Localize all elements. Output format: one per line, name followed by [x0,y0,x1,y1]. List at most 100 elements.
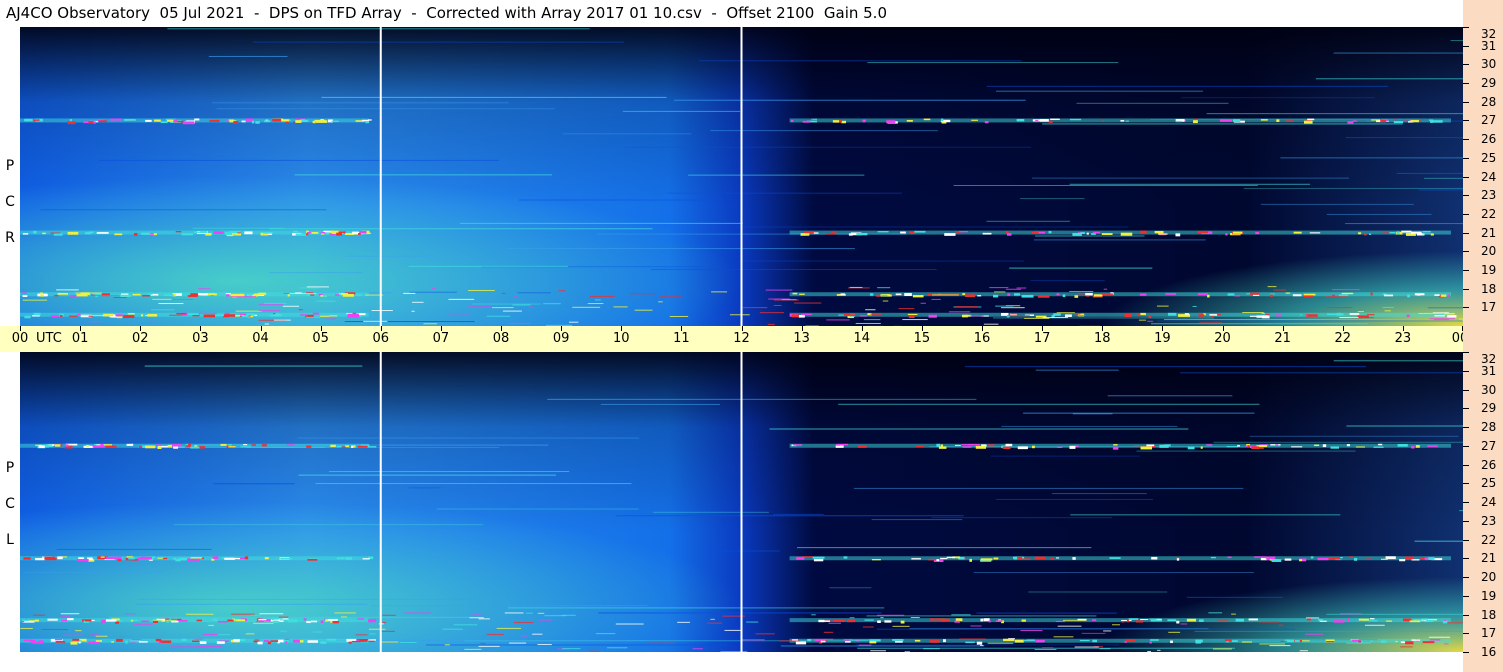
spectral-streak [345,255,438,257]
interference-speck [1175,233,1181,237]
low-band-noise [513,622,534,624]
interference-speck [225,293,231,295]
spectral-streak [653,511,769,513]
interference-speck [173,119,178,123]
low-band-noise [902,319,928,321]
interference-speck [322,294,328,297]
spectral-streak [213,483,295,485]
interference-speck [167,120,174,122]
low-band-noise [299,287,320,289]
interference-speck [1167,312,1177,316]
low-band-noise [1280,640,1287,642]
interference-speck [1305,314,1318,317]
low-band-noise [258,304,284,306]
freq-tick-label: 26 [1481,132,1497,147]
spectral-streak [829,587,872,589]
low-band-noise [273,319,291,321]
time-marker-line [379,352,382,652]
interference-speck [141,232,151,235]
interference-speck [1262,315,1270,319]
interference-speck [1319,620,1327,622]
spectral-streak [1181,97,1375,99]
rcp-letter-1: P [5,158,15,174]
interference-speck [311,640,314,643]
spectral-streak [137,598,473,600]
low-band-noise [486,315,511,317]
freq-tick [1463,389,1469,391]
interference-speck [1405,641,1414,645]
low-band-noise [1005,288,1022,290]
interference-speck [88,641,100,645]
interference-speck [190,446,200,449]
freq-tick [1463,633,1469,635]
low-band-noise [529,306,534,308]
interference-speck [261,444,267,447]
interference-speck [995,620,1003,622]
interference-speck [1427,445,1438,447]
interference-speck [303,618,307,621]
low-band-noise [1306,617,1320,619]
interference-speck [124,119,136,121]
interference-speck [148,293,153,295]
interference-speck [1217,619,1229,621]
low-band-noise [865,309,876,311]
interference-speck [267,641,272,645]
interference-speck [813,232,819,234]
interference-speck [164,294,174,296]
low-band-noise [382,614,396,616]
spectral-streak [706,550,780,552]
spectral-streak [1333,52,1463,54]
low-band-noise [1213,648,1232,650]
low-band-noise [543,303,561,305]
spectral-streak [135,603,368,605]
low-band-noise [710,618,715,620]
low-band-noise [1258,621,1279,623]
interference-speck [345,557,353,560]
interference-speck [1414,293,1425,296]
freq-tick-label: 23 [1481,188,1497,203]
spectral-streak [409,291,457,293]
low-band-noise [491,307,514,309]
freq-tick-label: 22 [1481,206,1497,221]
interference-speck [1057,446,1063,449]
low-band-noise [1008,638,1016,640]
interference-speck [1333,620,1345,623]
low-band-noise [172,298,194,300]
low-band-noise [537,644,552,646]
low-band-noise [663,313,672,315]
low-band-noise [572,306,601,308]
interference-speck [315,120,328,123]
interference-speck [1447,294,1450,297]
interference-speck [800,313,812,315]
interference-speck [1349,313,1360,315]
low-band-noise [594,299,601,301]
interference-speck [362,558,370,560]
interference-speck [220,443,227,446]
low-band-noise [262,618,283,620]
interference-speck [1193,120,1198,124]
interference-speck [1113,444,1118,446]
interference-speck [270,640,280,642]
spectral-streak [294,174,553,176]
interference-speck [1403,119,1407,121]
spectral-streak [1243,187,1463,189]
interference-speck [42,232,46,235]
low-band-noise [1418,312,1444,314]
freq-tick [1463,251,1469,253]
spectral-streak [995,90,1203,92]
time-marker-line [740,352,743,652]
interference-speck [330,444,336,448]
low-band-noise [811,614,816,616]
interference-speck [884,620,892,623]
interference-speck [125,640,128,644]
low-band-noise [379,630,395,632]
interference-speck [1140,446,1153,450]
interference-speck [1422,641,1435,644]
freq-tick [1463,83,1469,85]
interference-speck [181,638,187,641]
interference-speck [959,230,968,233]
interference-speck [67,618,74,621]
low-band-noise [659,296,682,298]
interference-speck [1149,641,1152,644]
interference-speck [1194,118,1198,120]
